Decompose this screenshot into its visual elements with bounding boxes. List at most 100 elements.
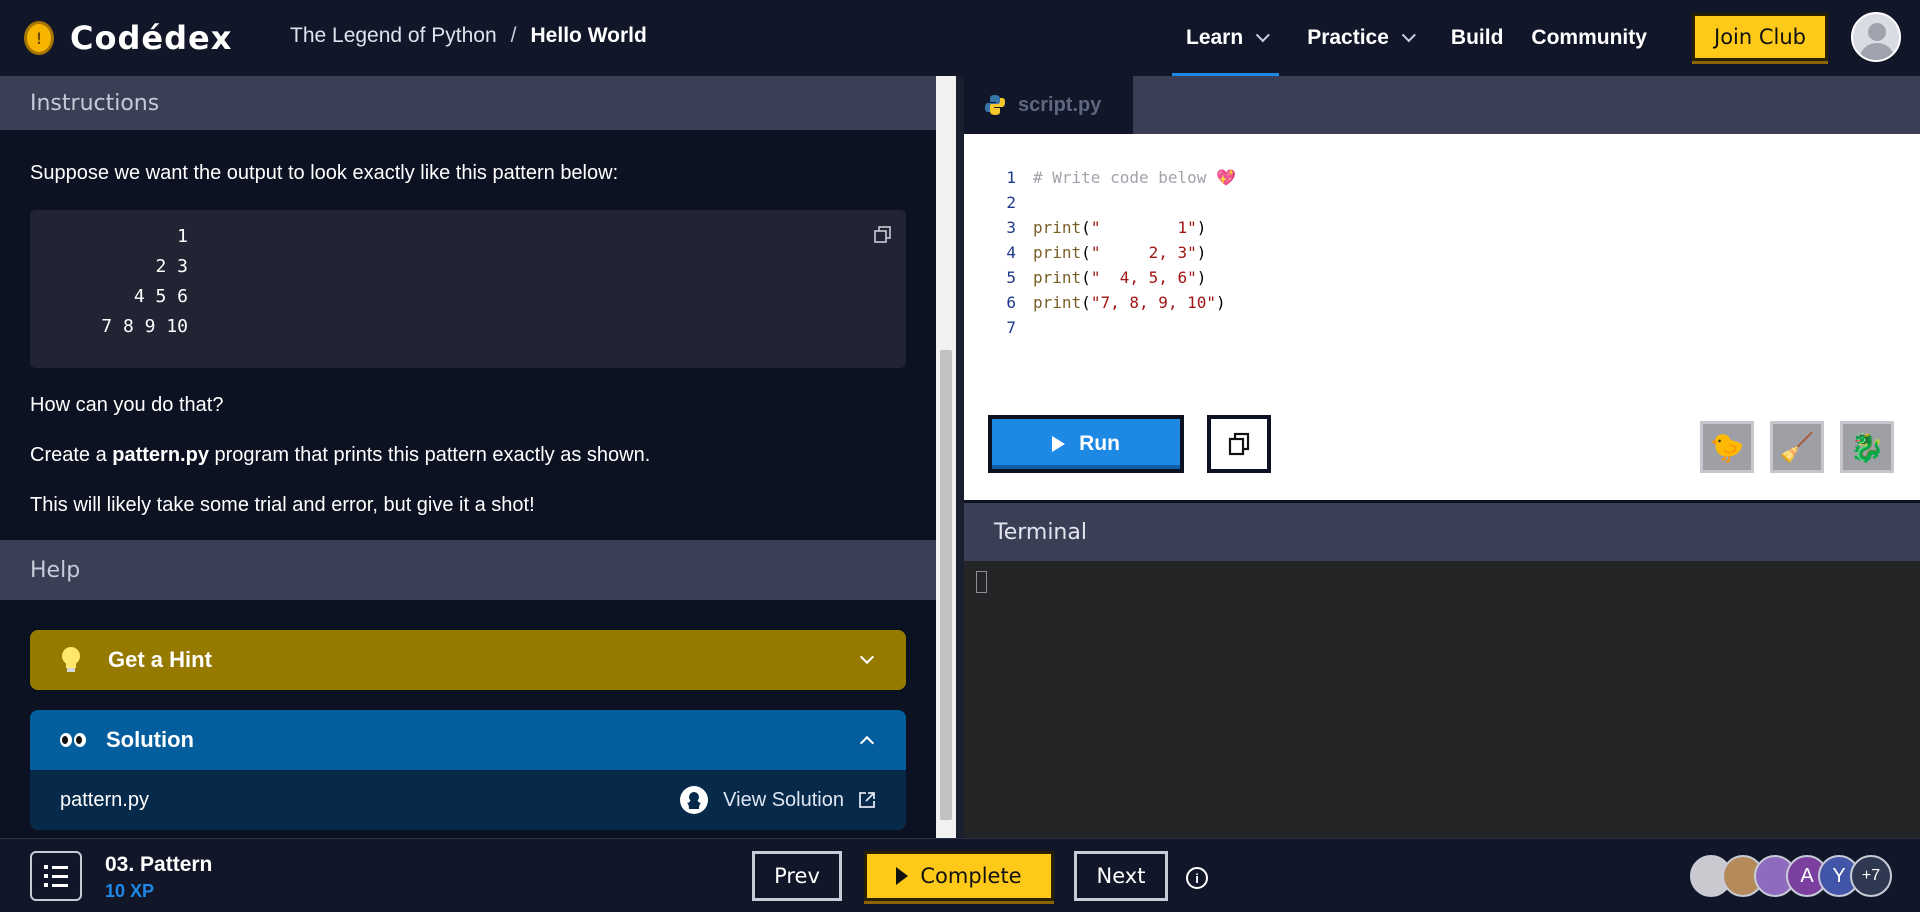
more-users-count[interactable]: +7 [1850, 855, 1892, 897]
instructions-note: This will likely take some trial and err… [30, 494, 535, 516]
solution-accordion[interactable]: Solution [30, 710, 906, 770]
help-heading: Help [0, 540, 936, 600]
breadcrumb-current: Hello World [530, 24, 647, 47]
pattern-line-4: 7 8 9 10 [101, 316, 188, 337]
editor-tabbar: script.py [964, 76, 1920, 134]
code-line-4: print(" 2, 3") [1033, 243, 1207, 262]
nav-community-label: Community [1531, 26, 1647, 49]
breadcrumb: The Legend of Python / Hello World [290, 24, 647, 48]
code-line-3: print(" 1") [1033, 218, 1207, 237]
nav-community[interactable]: Community [1517, 0, 1661, 76]
line-number: 2 [1006, 193, 1016, 212]
dragon-pet-icon[interactable]: 🐉 [1840, 421, 1894, 473]
copy-icon[interactable] [874, 226, 892, 244]
code-function: print [1033, 293, 1082, 312]
code-comment: # Write code below [1033, 168, 1217, 187]
line-number: 3 [1006, 218, 1016, 237]
instructions-task: Create a pattern.py program that prints … [30, 444, 650, 467]
instructions-panel: Instructions Suppose we want the output … [0, 76, 936, 838]
copy-code-button[interactable] [1207, 415, 1271, 473]
view-solution-label: View Solution [723, 788, 844, 811]
nav-build-label: Build [1450, 26, 1504, 49]
terminal-cursor [976, 571, 987, 593]
github-icon [680, 786, 709, 814]
line-number: 4 [1006, 243, 1016, 262]
lesson-title: 03. Pattern [105, 853, 213, 876]
code-string: " 4, 5, 6" [1090, 268, 1197, 287]
panel-divider[interactable] [956, 76, 964, 838]
chevron-up-icon [859, 735, 875, 751]
heart-icon: 💖 [1216, 168, 1236, 187]
line-number: 1 [1006, 168, 1016, 187]
hint-label: Get a Hint [108, 647, 212, 672]
tab-script-py[interactable]: script.py [964, 76, 1133, 134]
next-button[interactable]: Next [1074, 851, 1168, 901]
nav-learn-label: Learn [1186, 26, 1244, 49]
view-solution-link[interactable]: View Solution [679, 785, 876, 815]
top-navbar: ! Codédex The Legend of Python / Hello W… [0, 0, 1920, 76]
code-string: " 1" [1090, 218, 1197, 237]
left-scrollbar-thumb[interactable] [940, 350, 952, 820]
python-icon [985, 95, 1005, 115]
join-club-button[interactable]: Join Club [1692, 13, 1828, 61]
run-button[interactable]: Run [988, 415, 1184, 473]
code-string: "7, 8, 9, 10" [1090, 293, 1217, 312]
task-filename: pattern.py [112, 444, 209, 466]
external-link-icon [859, 792, 875, 808]
lightbulb-icon [62, 647, 80, 672]
task-text-pre: Create a [30, 444, 113, 466]
breadcrumb-course[interactable]: The Legend of Python [290, 24, 497, 48]
broom-pet-icon[interactable]: 🧹 [1770, 421, 1824, 473]
code-function: print [1033, 243, 1082, 262]
nav-learn[interactable]: Learn [1172, 0, 1280, 76]
instructions-heading: Instructions [0, 76, 936, 130]
main-nav: Learn Practice Build Community [1172, 0, 1661, 76]
chevron-down-icon [859, 649, 875, 665]
lesson-menu-button[interactable] [30, 851, 82, 901]
tab-label: script.py [1018, 93, 1102, 116]
avatar-body [1860, 43, 1894, 60]
task-text-post: program that prints this pattern exactly… [208, 444, 651, 466]
user-avatar[interactable] [1851, 12, 1901, 62]
nav-practice-label: Practice [1307, 26, 1389, 49]
breadcrumb-separator: / [510, 24, 517, 47]
logo[interactable]: ! Codédex [24, 19, 232, 57]
solution-filename: pattern.py [60, 788, 149, 811]
nav-practice[interactable]: Practice [1293, 0, 1425, 76]
play-icon [1052, 436, 1066, 452]
get-hint-accordion[interactable]: Get a Hint [30, 630, 906, 690]
prev-button[interactable]: Prev [752, 851, 842, 901]
info-icon[interactable]: i [1186, 867, 1208, 889]
terminal-output[interactable] [964, 561, 1920, 838]
code-line-1: # Write code below 💖 [1033, 168, 1236, 187]
copy-icon [1228, 432, 1250, 456]
line-number: 7 [1006, 318, 1016, 337]
solution-body: pattern.py View Solution [30, 770, 906, 830]
instructions-question: How can you do that? [30, 394, 224, 416]
pattern-code-block: 1 2 3 4 5 6 7 8 9 10 [30, 210, 906, 368]
nav-build[interactable]: Build [1437, 0, 1518, 76]
coin-icon: ! [24, 21, 54, 55]
eyes-icon [60, 733, 86, 747]
code-line-5: print(" 4, 5, 6") [1033, 268, 1207, 287]
avatar-head [1868, 23, 1886, 41]
code-function: print [1033, 218, 1082, 237]
pattern-line-3: 4 5 6 [133, 286, 188, 307]
complete-button[interactable]: Complete [864, 851, 1054, 901]
line-number: 6 [1006, 293, 1016, 312]
solution-label: Solution [106, 727, 194, 752]
line-number: 5 [1006, 268, 1016, 287]
chevron-down-icon [1401, 28, 1416, 43]
code-string: " 2, 3" [1090, 243, 1197, 262]
lesson-xp: 10 XP [105, 881, 155, 901]
play-icon [896, 867, 909, 885]
duck-pet-icon[interactable]: 🐤 [1700, 421, 1754, 473]
lesson-footer: 03. Pattern 10 XP Prev Complete Next i A… [0, 838, 1920, 912]
logo-text: Codédex [70, 19, 233, 57]
code-line-6: print("7, 8, 9, 10") [1033, 293, 1226, 312]
instructions-intro: Suppose we want the output to look exact… [30, 162, 619, 184]
terminal-heading: Terminal [964, 503, 1920, 561]
code-function: print [1033, 268, 1082, 287]
pattern-line-1: 1 [177, 226, 188, 247]
run-label: Run [1079, 432, 1120, 455]
